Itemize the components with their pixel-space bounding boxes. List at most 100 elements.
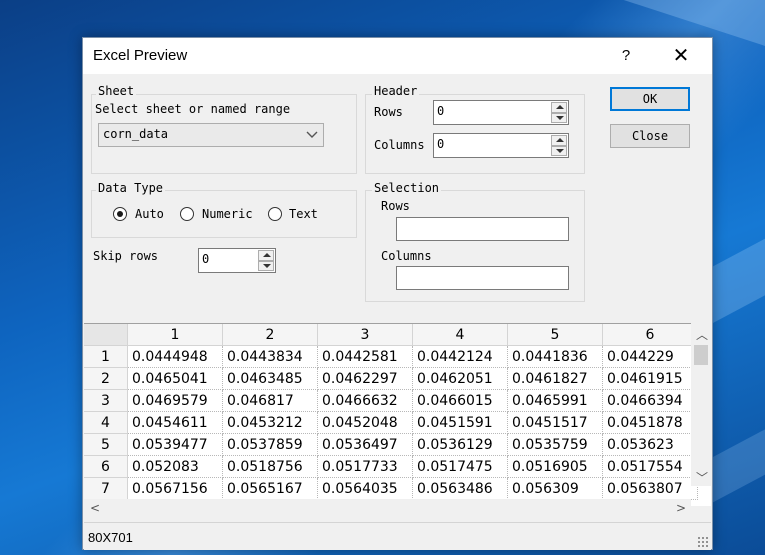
column-header[interactable]: 5 xyxy=(507,324,603,346)
table-cell[interactable]: 0.0465991 xyxy=(507,389,603,412)
vertical-scroll-thumb[interactable] xyxy=(694,345,708,365)
table-row: 3 0.0469579 0.046817 0.0466632 0.0466015… xyxy=(84,389,698,412)
table-cell[interactable]: 0.0466394 xyxy=(602,389,698,412)
table-cell[interactable]: 0.0461827 xyxy=(507,367,603,390)
header-rows-stepper[interactable]: 0 xyxy=(433,100,569,125)
excel-preview-dialog: Excel Preview ? ✕ Sheet Select sheet or … xyxy=(82,37,713,550)
scroll-down-icon[interactable]: ﹀ xyxy=(696,469,708,486)
table-cell[interactable]: 0.0443834 xyxy=(222,345,318,368)
skip-rows-value: 0 xyxy=(202,252,210,266)
table-cell[interactable]: 0.053623 xyxy=(602,433,698,456)
table-cell[interactable]: 0.0517733 xyxy=(317,455,413,478)
increment-button[interactable] xyxy=(551,102,567,113)
column-header[interactable]: 6 xyxy=(602,324,698,346)
header-rows-label: Rows xyxy=(374,105,403,119)
vertical-scrollbar[interactable]: ︿ ﹀ xyxy=(691,323,711,486)
data-grid[interactable]: 1 2 3 4 5 6 1 0.0444948 0.0443834 0.0442… xyxy=(84,323,711,506)
table-cell[interactable]: 0.0451517 xyxy=(507,411,603,434)
close-window-button[interactable]: ✕ xyxy=(666,44,696,68)
ok-button[interactable]: OK xyxy=(610,87,690,111)
scroll-up-icon[interactable]: ︿ xyxy=(696,326,708,343)
table-cell[interactable]: 0.0565167 xyxy=(222,477,318,500)
table-cell[interactable]: 0.0518756 xyxy=(222,455,318,478)
row-header[interactable]: 7 xyxy=(84,477,128,500)
table-cell[interactable]: 0.0517475 xyxy=(412,455,508,478)
table-cell[interactable]: 0.0469579 xyxy=(127,389,223,412)
table-cell[interactable]: 0.0451591 xyxy=(412,411,508,434)
radio-numeric[interactable] xyxy=(180,207,194,221)
title-bar[interactable]: Excel Preview ? ✕ xyxy=(83,38,712,74)
table-cell[interactable]: 0.0453212 xyxy=(222,411,318,434)
table-cell[interactable]: 0.0536497 xyxy=(317,433,413,456)
sheet-select[interactable]: corn_data xyxy=(98,123,324,147)
radio-auto[interactable] xyxy=(113,207,127,221)
table-cell[interactable]: 0.0454611 xyxy=(127,411,223,434)
table-cell[interactable]: 0.0537859 xyxy=(222,433,318,456)
column-header[interactable]: 3 xyxy=(317,324,413,346)
table-cell[interactable]: 0.0451878 xyxy=(602,411,698,434)
table-cell[interactable]: 0.0563807 xyxy=(602,477,698,500)
row-header[interactable]: 2 xyxy=(84,367,128,390)
table-cell[interactable]: 0.052083 xyxy=(127,455,223,478)
table-cell[interactable]: 0.044229 xyxy=(602,345,698,368)
help-button[interactable]: ? xyxy=(611,44,641,68)
table-cell[interactable]: 0.0463485 xyxy=(222,367,318,390)
table-cell[interactable]: 0.0466632 xyxy=(317,389,413,412)
table-cell[interactable]: 0.0564035 xyxy=(317,477,413,500)
decrement-button[interactable] xyxy=(551,145,567,156)
header-columns-value: 0 xyxy=(437,137,445,151)
radio-numeric-label[interactable]: Numeric xyxy=(202,207,253,221)
table-cell[interactable]: 0.0444948 xyxy=(127,345,223,368)
grid-corner[interactable] xyxy=(84,324,128,346)
table-cell[interactable]: 0.0563486 xyxy=(412,477,508,500)
increment-button[interactable] xyxy=(258,250,274,261)
table-cell[interactable]: 0.0539477 xyxy=(127,433,223,456)
row-header[interactable]: 6 xyxy=(84,455,128,478)
row-header[interactable]: 3 xyxy=(84,389,128,412)
table-row: 1 0.0444948 0.0443834 0.0442581 0.044212… xyxy=(84,345,698,368)
column-header[interactable]: 1 xyxy=(127,324,223,346)
table-cell[interactable]: 0.0567156 xyxy=(127,477,223,500)
table-cell[interactable]: 0.0442124 xyxy=(412,345,508,368)
column-header[interactable]: 2 xyxy=(222,324,318,346)
table-cell[interactable]: 0.0461915 xyxy=(602,367,698,390)
table-cell[interactable]: 0.0536129 xyxy=(412,433,508,456)
skip-rows-stepper[interactable]: 0 xyxy=(198,248,276,273)
arrow-down-icon xyxy=(556,148,564,153)
horizontal-scrollbar[interactable]: < > xyxy=(84,499,691,519)
table-cell[interactable]: 0.0535759 xyxy=(507,433,603,456)
data-type-group-label: Data Type xyxy=(96,181,166,195)
table-cell[interactable]: 0.046817 xyxy=(222,389,318,412)
column-header[interactable]: 4 xyxy=(412,324,508,346)
resize-grip-icon[interactable] xyxy=(697,536,709,548)
row-header[interactable]: 5 xyxy=(84,433,128,456)
table-cell[interactable]: 0.0517554 xyxy=(602,455,698,478)
table-cell[interactable]: 0.0462051 xyxy=(412,367,508,390)
scroll-right-icon[interactable]: > xyxy=(676,501,686,515)
selection-columns-input[interactable] xyxy=(396,266,569,290)
table-cell[interactable]: 0.0516905 xyxy=(507,455,603,478)
increment-button[interactable] xyxy=(551,135,567,146)
table-cell[interactable]: 0.056309 xyxy=(507,477,603,500)
radio-text-label[interactable]: Text xyxy=(289,207,318,221)
table-cell[interactable]: 0.0465041 xyxy=(127,367,223,390)
table-cell[interactable]: 0.0462297 xyxy=(317,367,413,390)
arrow-down-icon xyxy=(556,115,564,120)
decrement-button[interactable] xyxy=(258,260,274,271)
table-cell[interactable]: 0.0442581 xyxy=(317,345,413,368)
table-cell[interactable]: 0.0441836 xyxy=(507,345,603,368)
decrement-button[interactable] xyxy=(551,112,567,123)
header-columns-stepper[interactable]: 0 xyxy=(433,133,569,158)
row-header[interactable]: 4 xyxy=(84,411,128,434)
close-button[interactable]: Close xyxy=(610,124,690,148)
radio-auto-label[interactable]: Auto xyxy=(135,207,164,221)
table-cell[interactable]: 0.0466015 xyxy=(412,389,508,412)
sheet-prompt-label: Select sheet or named range xyxy=(95,102,291,116)
radio-text[interactable] xyxy=(268,207,282,221)
table-cell[interactable]: 0.0452048 xyxy=(317,411,413,434)
scroll-left-icon[interactable]: < xyxy=(90,501,100,515)
row-header[interactable]: 1 xyxy=(84,345,128,368)
selection-rows-input[interactable] xyxy=(396,217,569,241)
chevron-down-icon xyxy=(306,131,318,138)
sheet-select-value: corn_data xyxy=(103,127,169,141)
